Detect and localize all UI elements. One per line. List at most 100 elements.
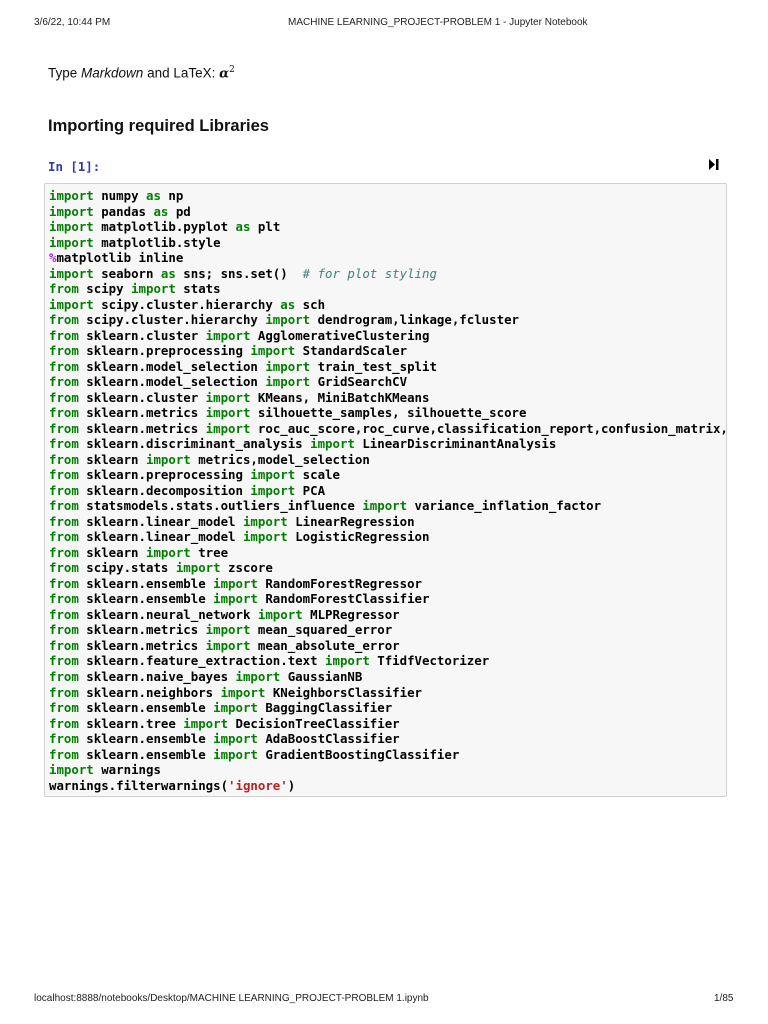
code-keyword: from xyxy=(49,482,79,498)
code-line: from sklearn.ensemble import RandomFores… xyxy=(49,576,728,592)
code-line: from scipy.cluster.hierarchy import dend… xyxy=(49,312,728,328)
code-line: from sklearn.preprocessing import scale xyxy=(49,467,728,483)
code-keyword: import xyxy=(265,312,311,328)
code-input[interactable]: import numpy as np import pandas as pd imp… xyxy=(49,188,728,793)
code-text: LinearDiscriminantAnalysis xyxy=(354,436,557,452)
markdown-cell: Type Markdown and LaTeX: α2 xyxy=(48,65,235,82)
code-keyword: from xyxy=(49,560,79,576)
code-keyword: from xyxy=(49,529,79,545)
code-text: sklearn.model_selection xyxy=(78,358,266,374)
code-keyword: import xyxy=(49,234,94,250)
page-number: 1/85 xyxy=(714,993,734,1004)
md-middle: and LaTeX: xyxy=(143,65,220,81)
code-text: sklearn.tree xyxy=(78,715,184,731)
code-text: sklearn xyxy=(78,544,146,560)
code-keyword: import xyxy=(250,482,296,498)
code-line: from sklearn.metrics import mean_absolut… xyxy=(49,638,728,654)
code-line: from sklearn.neighbors import KNeighbors… xyxy=(49,685,728,701)
code-text: sklearn.ensemble xyxy=(78,746,214,762)
code-keyword: import xyxy=(205,405,251,421)
code-keyword: from xyxy=(49,606,79,622)
code-text: zscore xyxy=(220,560,273,576)
code-text: GaussianNB xyxy=(280,668,363,684)
code-text: sklearn.metrics xyxy=(78,420,206,436)
code-cell[interactable]: import numpy as np import pandas as pd imp… xyxy=(44,183,728,797)
code-text: roc_auc_score,roc_curve,classification_r… xyxy=(250,420,728,436)
code-keyword: from xyxy=(49,358,79,374)
code-line: from sklearn.cluster import Agglomerativ… xyxy=(49,328,728,344)
code-line: from sklearn import tree xyxy=(49,545,728,561)
code-keyword: import xyxy=(242,513,288,529)
code-keyword: import xyxy=(145,451,191,467)
code-keyword: import xyxy=(265,358,311,374)
md-sup: 2 xyxy=(229,65,235,75)
code-keyword: from xyxy=(49,700,79,716)
code-line: from sklearn.preprocessing import Standa… xyxy=(49,343,728,359)
code-keyword: as xyxy=(235,219,251,235)
code-keyword: from xyxy=(49,467,79,483)
code-keyword: import xyxy=(257,606,303,622)
code-keyword: from xyxy=(49,281,79,297)
code-keyword: import xyxy=(265,374,311,390)
code-text: KNeighborsClassifier xyxy=(265,684,423,700)
code-text: sklearn xyxy=(78,451,146,467)
code-text: StandardScaler xyxy=(295,343,408,359)
code-text: variance_inflation_factor xyxy=(407,498,602,514)
code-text: matplotlib inline xyxy=(56,250,184,266)
code-text: sch xyxy=(295,296,326,312)
code-keyword: from xyxy=(49,653,79,669)
code-text: sklearn.metrics xyxy=(78,637,206,653)
code-text: sklearn.model_selection xyxy=(78,374,266,390)
code-keyword: from xyxy=(49,637,79,653)
code-keyword: from xyxy=(49,684,79,700)
code-keyword: import xyxy=(145,544,191,560)
code-keyword: from xyxy=(49,715,79,731)
code-text: sklearn.metrics xyxy=(78,622,206,638)
code-text: scipy.cluster.hierarchy xyxy=(78,312,266,328)
code-keyword: import xyxy=(250,343,296,359)
code-text: sns; sns.set() xyxy=(175,265,303,281)
code-text: sklearn.ensemble xyxy=(78,575,214,591)
code-line: from sklearn.linear_model import LinearR… xyxy=(49,514,728,530)
code-keyword: import xyxy=(235,668,281,684)
code-line: from sklearn.linear_model import Logisti… xyxy=(49,529,728,545)
code-comment: # for plot styling xyxy=(302,265,437,281)
code-keyword: as xyxy=(280,296,296,312)
code-line: from sklearn.cluster import KMeans, Mini… xyxy=(49,390,728,406)
code-line: import matplotlib.pyplot as plt xyxy=(49,219,728,235)
code-keyword: import xyxy=(213,700,258,716)
code-line: from sklearn.ensemble import RandomFores… xyxy=(49,591,728,607)
code-text: GridSearchCV xyxy=(310,374,408,390)
code-text: sklearn.feature_extraction.text xyxy=(78,653,326,669)
code-text: GradientBoostingClassifier xyxy=(257,746,460,762)
code-line: from sklearn.model_selection import trai… xyxy=(49,359,728,375)
code-keyword: import xyxy=(220,684,266,700)
code-text: PCA xyxy=(295,482,326,498)
code-keyword: as xyxy=(145,188,161,203)
code-text: stats xyxy=(175,281,221,297)
code-line: from sklearn.neural_network import MLPRe… xyxy=(49,607,728,623)
code-text: BaggingClassifier xyxy=(257,700,393,716)
run-cell-icon[interactable] xyxy=(709,159,719,173)
code-text: scipy xyxy=(78,281,132,297)
code-keyword: import xyxy=(205,637,251,653)
code-line: import scipy.cluster.hierarchy as sch xyxy=(49,297,728,313)
code-text: sklearn.discriminant_analysis xyxy=(78,436,311,452)
code-text: pandas xyxy=(93,203,154,219)
code-line: from sklearn.ensemble import GradientBoo… xyxy=(49,747,728,763)
code-keyword: import xyxy=(213,591,258,607)
code-keyword: from xyxy=(49,343,79,359)
code-text: RandomForestClassifier xyxy=(257,591,430,607)
code-keyword: import xyxy=(49,188,94,203)
code-text: numpy xyxy=(93,188,146,203)
code-text: AdaBoostClassifier xyxy=(257,731,400,747)
code-text: statsmodels.stats.outliers_influence xyxy=(78,498,363,514)
code-line: from sklearn.ensemble import AdaBoostCla… xyxy=(49,731,728,747)
code-line: import numpy as np xyxy=(49,188,728,204)
code-text: scale xyxy=(295,467,340,483)
section-heading: Importing required Libraries xyxy=(48,117,269,135)
code-text: sklearn.preprocessing xyxy=(78,343,251,359)
code-text: plt xyxy=(250,219,281,235)
code-text: MLPRegressor xyxy=(302,606,400,622)
code-keyword: from xyxy=(49,312,79,328)
